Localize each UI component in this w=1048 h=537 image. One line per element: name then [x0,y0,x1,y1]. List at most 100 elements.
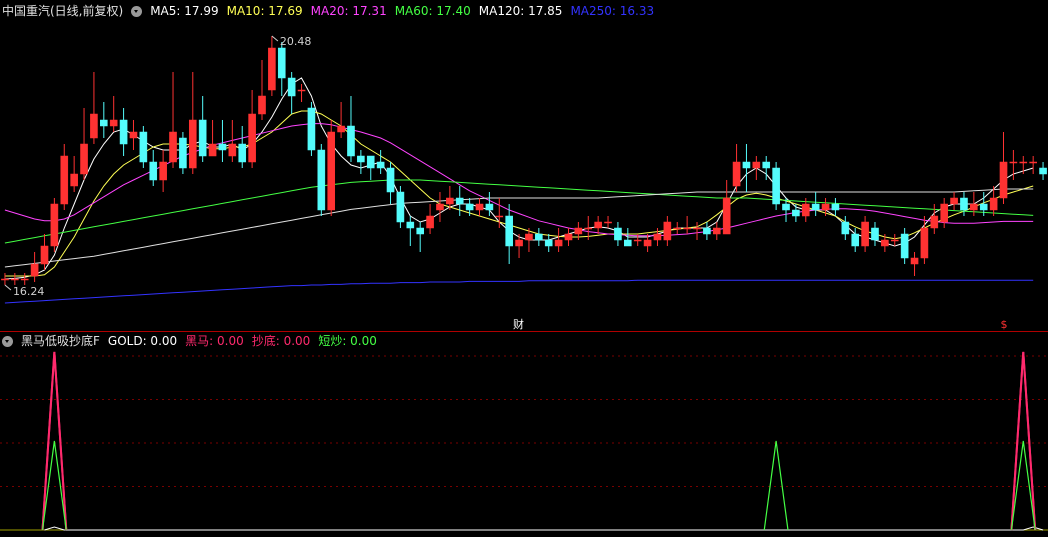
candle-body [752,161,761,169]
candle-body [30,263,39,277]
candle [831,198,840,216]
candle-body [208,143,217,157]
candle-body [80,143,88,175]
candle-body [525,233,533,241]
candle-body [169,131,177,163]
candle-body [228,143,237,157]
candle [871,222,879,246]
candle-body [258,95,266,115]
event-marker[interactable]: $ [1001,318,1008,331]
candle [179,132,187,174]
ma-legend: MA5: 17.99 MA10: 17.69 MA20: 17.31 MA60: 17… [150,3,654,19]
chevron-down-icon[interactable] [2,335,13,347]
candle-body [535,233,543,241]
chevron-down-icon[interactable] [131,5,143,17]
legend-item: MA60: 17.40 [394,4,471,18]
candle-body [663,221,672,241]
candle [604,216,612,228]
candle [396,186,405,228]
candle [297,84,306,102]
candle [495,198,504,228]
candle-body [446,197,454,205]
candle [475,198,484,216]
candle [40,234,49,270]
legend-item: 黑马: 0.00 [185,334,244,348]
candle [436,192,444,222]
legend-item: MA250: 16.33 [570,4,655,18]
candle [950,192,958,210]
candle-body [801,203,810,217]
candle [327,120,336,216]
candle-body [337,125,345,133]
candle-body [277,47,286,79]
candle [268,36,276,96]
candle [208,120,217,157]
candle [1039,162,1047,180]
candle-body [100,119,108,127]
candle-body [614,227,622,241]
candle [337,102,345,138]
finance-marker[interactable]: 财 [513,317,524,331]
candle-body [70,173,78,187]
candle [347,96,355,162]
candle-body [317,149,326,211]
candle-body [574,227,583,235]
candle-body [811,203,820,211]
main-header: 中国重汽(日线,前复权) MA5: 17.99 MA10: 17.69 MA20: … [2,3,654,19]
candle [70,156,78,192]
candle [287,72,296,114]
candle-body [604,221,612,224]
candle [712,222,721,240]
candle [169,72,177,168]
candle-body [218,143,227,151]
candle [614,222,622,246]
candle [989,186,998,216]
candle [742,144,751,192]
candle [1029,156,1037,174]
candle [792,204,800,222]
candle [149,150,158,186]
candle-body [633,239,642,242]
candle-body [782,203,790,211]
price-chart[interactable]: 20.48 16.24 财 $ [0,0,1048,537]
legend-item: MA5: 17.99 [150,4,219,18]
candle-body [989,197,998,211]
candle-body [920,227,929,259]
candle-body [851,233,860,247]
candle-body [159,161,167,181]
candle-body [861,221,869,247]
candle [11,273,19,285]
candle-body [881,239,889,247]
candle-body [792,209,800,217]
candle-body [762,161,771,169]
candle [109,96,118,132]
candle-body [11,278,19,281]
candle-body [495,215,504,218]
candle-body [1029,161,1037,164]
candle-body [188,119,197,169]
candle-body [268,47,276,91]
candle [673,222,682,234]
candle-body [979,203,988,211]
candle-body [297,89,306,92]
candle [732,144,741,192]
candle-body [515,239,523,247]
candle [376,150,385,174]
candle [357,150,365,174]
candle-body [624,239,632,247]
candle [426,204,434,234]
candle [277,42,286,96]
spike-duanchao [763,440,789,531]
candle-body [50,203,59,247]
candle [564,228,573,246]
candle [30,252,39,282]
candle [1,273,9,285]
candle [455,186,464,216]
candle [663,216,672,246]
legend-item: 抄底: 0.00 [251,334,311,348]
candle-body [564,233,573,241]
candle-body [712,227,721,235]
candle [238,126,247,168]
legend-item: MA10: 17.69 [226,4,303,18]
indicator-title: 黑马低吸抄底F [21,334,100,348]
